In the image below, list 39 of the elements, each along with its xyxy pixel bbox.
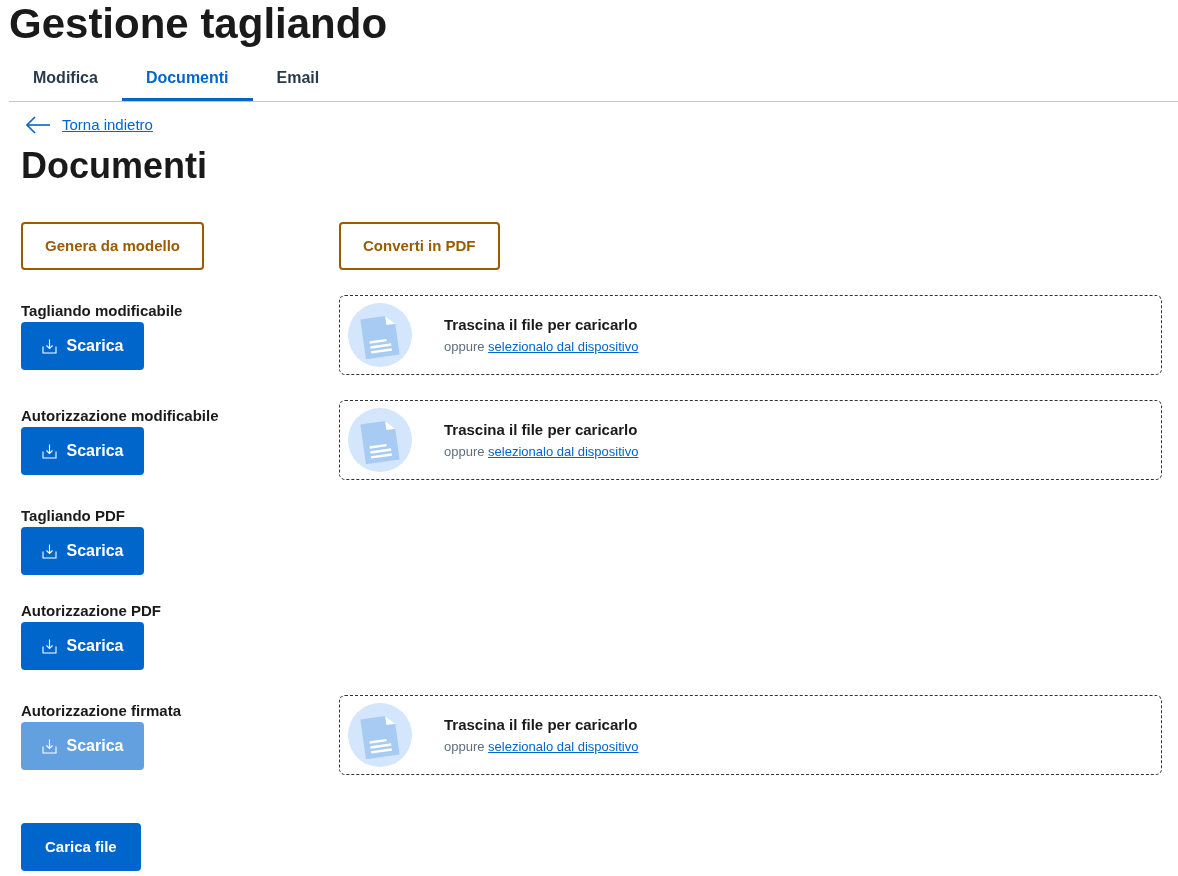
document-label: Autorizzazione firmata (21, 701, 182, 721)
download-icon (41, 443, 57, 459)
drop-zone-title: Trascina il file per caricarlo (444, 314, 639, 335)
select-file-link[interactable]: selezionalo dal dispositivo (488, 338, 639, 354)
download-icon (41, 543, 57, 559)
drop-zone-hint: oppure selezionalo dal dispositivo (444, 337, 639, 356)
document-icon (348, 408, 412, 472)
document-label: Autorizzazione modificabile (21, 406, 219, 426)
download-icon (41, 738, 57, 754)
upload-button[interactable]: Carica file (21, 823, 141, 871)
page-title: Gestione tagliando (9, 0, 389, 48)
document-label: Tagliando modificabile (21, 301, 183, 321)
download-button[interactable]: Scarica (21, 622, 144, 670)
document-icon (348, 703, 412, 767)
action-button[interactable]: Converti in PDF (339, 222, 500, 270)
section-title: Documenti (21, 144, 207, 188)
file-drop-zone[interactable]: Trascina il file per caricarlo oppure selezionalo dal dispositivo (339, 295, 1162, 375)
download-icon (41, 638, 57, 654)
document-label: Tagliando PDF (21, 506, 125, 526)
tab[interactable]: Email (252, 57, 344, 101)
drop-zone-title: Trascina il file per caricarlo (444, 419, 639, 440)
action-button[interactable]: Genera da modello (21, 222, 205, 270)
download-icon (41, 338, 57, 354)
tab[interactable]: Documenti (121, 57, 253, 101)
drop-zone-hint: oppure selezionalo dal dispositivo (444, 442, 639, 461)
back-link[interactable]: Torna indietro (26, 114, 153, 136)
download-button[interactable]: Scarica (21, 527, 144, 575)
select-file-link[interactable]: selezionalo dal dispositivo (488, 443, 639, 459)
document-icon (348, 303, 412, 367)
back-arrow-icon (26, 116, 50, 134)
select-file-link[interactable]: selezionalo dal dispositivo (488, 738, 639, 754)
download-button[interactable]: Scarica (21, 427, 144, 475)
document-label: Autorizzazione PDF (21, 601, 161, 621)
file-drop-zone[interactable]: Trascina il file per caricarlo oppure selezionalo dal dispositivo (339, 400, 1162, 480)
drop-zone-hint: oppure selezionalo dal dispositivo (444, 737, 639, 756)
drop-zone-title: Trascina il file per caricarlo (444, 714, 639, 735)
tab[interactable]: Modifica (9, 57, 122, 101)
file-drop-zone[interactable]: Trascina il file per caricarlo oppure selezionalo dal dispositivo (339, 695, 1162, 775)
download-button[interactable]: Scarica (21, 322, 144, 370)
